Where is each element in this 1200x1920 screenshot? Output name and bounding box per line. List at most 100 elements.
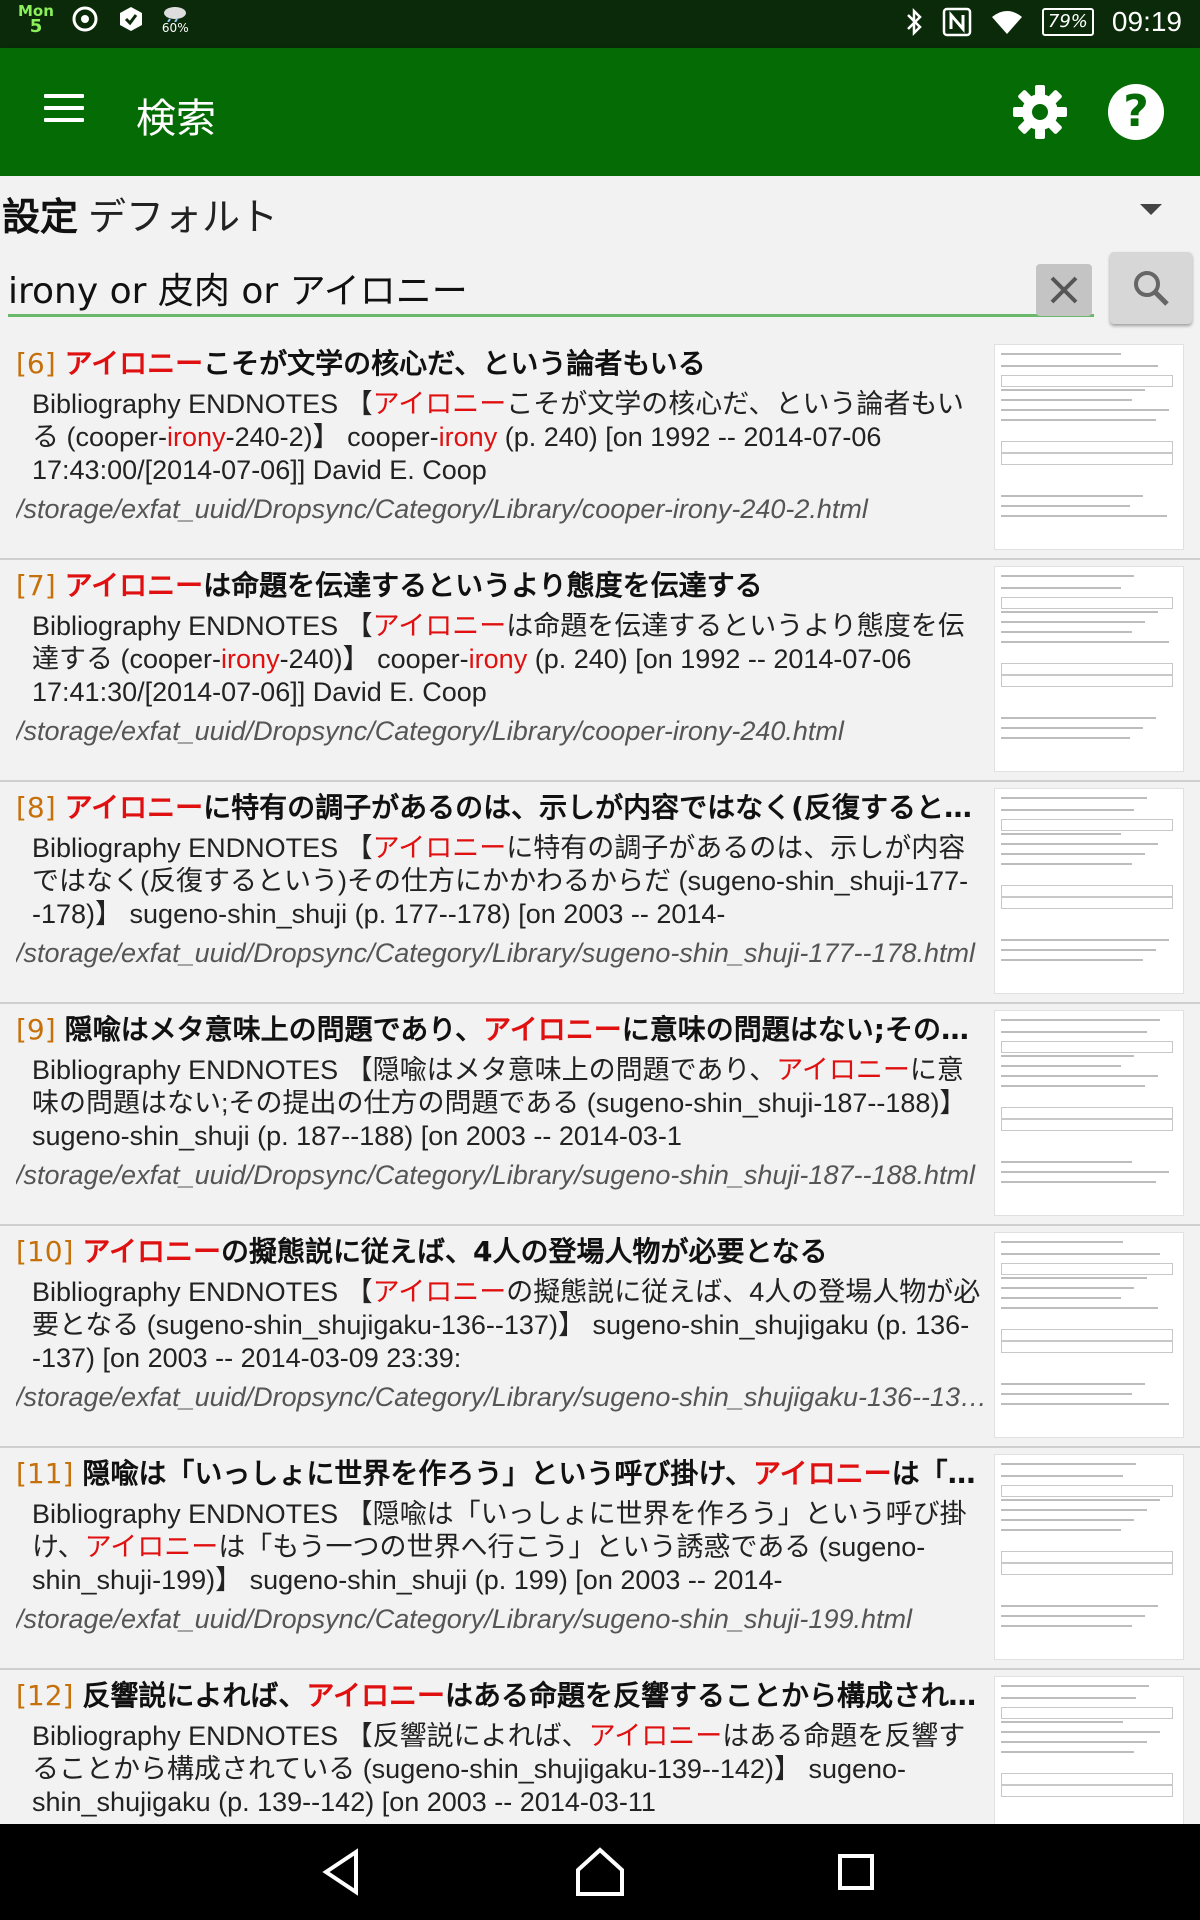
help-icon[interactable]: ?: [1108, 84, 1164, 140]
home-icon[interactable]: [570, 1842, 630, 1902]
result-number: [11]: [16, 1457, 83, 1490]
result-item[interactable]: [10] アイロニーの擬態説に従えば、4人の登場人物が必要となる Bibliogr…: [0, 1226, 1200, 1448]
recents-square-icon[interactable]: [826, 1842, 886, 1902]
thumbnail-box: [1001, 597, 1173, 609]
thumbnail-line: [1001, 587, 1121, 589]
highlighted-term: アイロニー: [64, 347, 204, 380]
page-thumbnail[interactable]: [994, 1232, 1184, 1438]
page-thumbnail[interactable]: [994, 788, 1184, 994]
result-path: /storage/exfat_uuid/Dropsync/Category/Li…: [16, 494, 868, 524]
thumbnail-line: [1001, 365, 1158, 367]
highlighted-term: アイロニー: [776, 1055, 910, 1085]
text-segment: は「もう一つの世界へ行こう」という誘惑である: [891, 1457, 990, 1490]
result-number: [9]: [16, 1013, 65, 1046]
thumbnail-line: [1001, 1297, 1121, 1299]
highlighted-term: アイロニー: [82, 1235, 221, 1268]
thumbnail-box: [1001, 663, 1173, 675]
thumbnail-box: [1001, 1563, 1173, 1575]
result-snippet: Bibliography ENDNOTES 【アイロニーこそが文学の核心だ、とい…: [32, 388, 990, 488]
status-bar: Mon 5 60% 79% 09:19: [0, 0, 1200, 48]
search-icon[interactable]: [1110, 252, 1192, 324]
result-title[interactable]: [6] アイロニーこそが文学の核心だ、という論者もいる: [16, 346, 990, 382]
text-segment: -240)】 cooper-: [279, 644, 469, 674]
thumbnail-line: [1001, 863, 1132, 865]
result-item[interactable]: [9] 隠喩はメタ意味上の問題であり、アイロニーに意味の問題はない;その提出の仕…: [0, 1004, 1200, 1226]
thumbnail-line: [1001, 1519, 1134, 1521]
settings-selector[interactable]: 設定 デフォルト: [0, 176, 1200, 246]
thumbnail-line: [1001, 1529, 1121, 1531]
wifi-icon: [991, 11, 1022, 34]
thumbnail-box: [1001, 1263, 1173, 1275]
thumbnail-box: [1001, 1773, 1173, 1785]
thumbnail-line: [1001, 419, 1156, 421]
thumbnail-line: [1001, 717, 1156, 719]
weather-notification: 60%: [162, 4, 189, 34]
text-segment: 反響説によれば、: [82, 1679, 307, 1712]
thumbnail-box: [1001, 441, 1173, 453]
thumbnail-line: [1001, 575, 1134, 577]
thumbnail-line: [1001, 833, 1121, 835]
settings-value[interactable]: デフォルト: [88, 186, 278, 241]
thumbnail-line: [1001, 1161, 1132, 1163]
page-thumbnail[interactable]: [994, 1454, 1184, 1660]
thumbnail-line: [1001, 631, 1132, 633]
highlighted-term: アイロニー: [372, 1277, 507, 1307]
thumbnail-line: [1001, 1307, 1158, 1309]
page-thumbnail[interactable]: [994, 1010, 1184, 1216]
clear-icon[interactable]: [1036, 264, 1092, 316]
thumbnail-line: [1001, 939, 1169, 941]
highlighted-term: アイロニー: [64, 791, 204, 824]
result-title[interactable]: [9] 隠喩はメタ意味上の問題であり、アイロニーに意味の問題はない;その提出の仕…: [16, 1012, 990, 1048]
thumbnail-line: [1001, 1605, 1158, 1607]
thumbnail-line: [1001, 409, 1169, 411]
result-item[interactable]: [11] 隠喩は「いっしょに世界を作ろう」という呼び掛け、アイロニーは「もう一つ…: [0, 1448, 1200, 1670]
page-thumbnail[interactable]: [994, 566, 1184, 772]
highlighted-term: アイロニー: [753, 1457, 892, 1490]
thumbnail-line: [1001, 1253, 1160, 1255]
thumbnail-line: [1001, 1287, 1134, 1289]
thumbnail-line: [1001, 1741, 1147, 1743]
thumbnail-box: [1001, 897, 1173, 909]
result-item[interactable]: [7] アイロニーは命題を伝達するというより態度を伝達する Bibliograph…: [0, 560, 1200, 782]
cloud-rain-icon: [164, 7, 187, 22]
text-segment: に特有の調子があるのは、示しが内容ではなく(反復するという)その仕方にかかわるか…: [203, 791, 990, 824]
result-item[interactable]: [8] アイロニーに特有の調子があるのは、示しが内容ではなく(反復するという)そ…: [0, 782, 1200, 1004]
gear-icon[interactable]: [1010, 82, 1070, 142]
result-title[interactable]: [12] 反響説によれば、アイロニーはある命題を反響することから構成されている: [16, 1678, 990, 1714]
thumbnail-line: [1001, 1085, 1145, 1087]
thumbnail-box: [1001, 1041, 1173, 1053]
thumbnail-line: [1001, 949, 1156, 951]
result-title[interactable]: [11] 隠喩は「いっしょに世界を作ろう」という呼び掛け、アイロニーは「もう一つ…: [16, 1456, 990, 1492]
result-item[interactable]: [6] アイロニーこそが文学の核心だ、という論者もいる Bibliography …: [0, 338, 1200, 560]
thumbnail-line: [1001, 1065, 1121, 1067]
results-list[interactable]: [6] アイロニーこそが文学の核心だ、という論者もいる Bibliography …: [0, 338, 1200, 1824]
result-title[interactable]: [10] アイロニーの擬態説に従えば、4人の登場人物が必要となる: [16, 1234, 990, 1270]
thumbnail-line: [1001, 399, 1132, 401]
result-title[interactable]: [7] アイロニーは命題を伝達するというより態度を伝達する: [16, 568, 990, 604]
result-item[interactable]: [12] 反響説によれば、アイロニーはある命題を反響することから構成されている B…: [0, 1670, 1200, 1824]
highlighted-term: アイロニー: [372, 611, 507, 641]
result-title[interactable]: [8] アイロニーに特有の調子があるのは、示しが内容ではなく(反復するという)そ…: [16, 790, 990, 826]
thumbnail-box: [1001, 675, 1173, 687]
thumbnail-line: [1001, 843, 1158, 845]
text-segment: 隠喩は「いっしょに世界を作ろう」という呼び掛け、: [82, 1457, 753, 1490]
thumbnail-box: [1001, 1707, 1173, 1719]
chevron-down-icon[interactable]: [1140, 204, 1162, 215]
thumbnail-line: [1001, 1277, 1147, 1279]
highlighted-term: アイロニー: [306, 1679, 446, 1712]
thumbnail-line: [1001, 389, 1145, 391]
thumbnail-box: [1001, 819, 1173, 831]
page-thumbnail[interactable]: [994, 1676, 1184, 1824]
page-thumbnail[interactable]: [994, 344, 1184, 550]
thumbnail-line: [1001, 727, 1143, 729]
hamburger-menu-icon[interactable]: [44, 86, 100, 138]
search-input[interactable]: [8, 262, 1094, 317]
highlighted-term: アイロニー: [84, 1532, 219, 1562]
back-triangle-icon[interactable]: [312, 1842, 372, 1902]
result-number: [12]: [16, 1679, 83, 1712]
thumbnail-line: [1001, 1019, 1160, 1021]
thumbnail-line: [1001, 1721, 1123, 1723]
result-snippet: Bibliography ENDNOTES 【隠喩はメタ意味上の問題であり、アイ…: [32, 1054, 990, 1154]
thumbnail-box: [1001, 1485, 1173, 1497]
result-number: [8]: [16, 791, 65, 824]
